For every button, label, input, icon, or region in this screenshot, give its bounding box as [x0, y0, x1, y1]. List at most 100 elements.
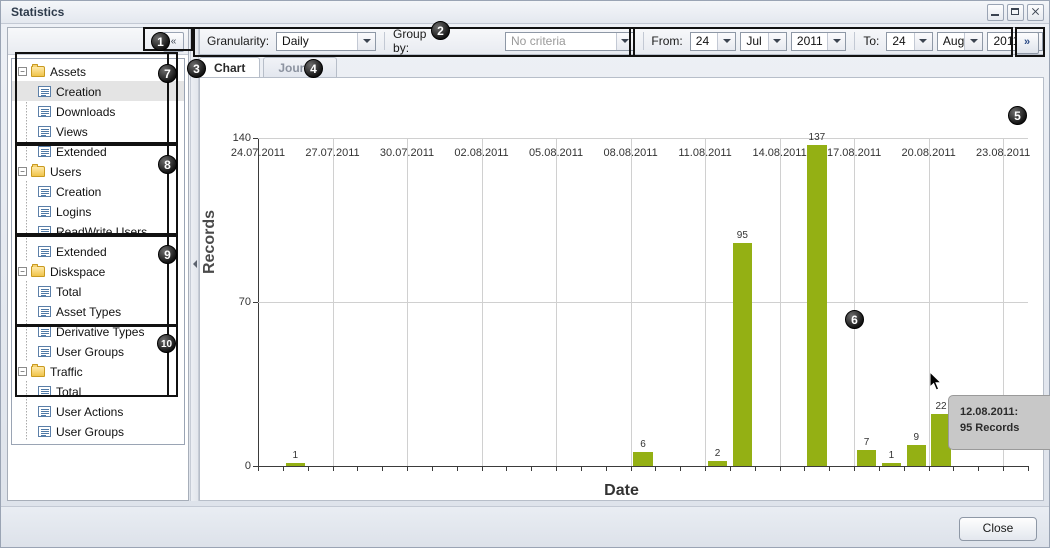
callout-badge-7: 7: [158, 64, 177, 83]
x-axis-tick: [1028, 466, 1029, 471]
x-axis-tick-label: 20.08.2011: [901, 147, 956, 159]
x-axis-tick-label: 14.08.2011: [752, 147, 807, 159]
x-axis-tick-label: 02.08.2011: [454, 147, 509, 159]
bar[interactable]: [807, 145, 827, 466]
close-button[interactable]: Close: [959, 517, 1037, 541]
bar-value-label: 95: [736, 230, 748, 242]
bar-value-label: 1: [888, 450, 895, 461]
x-axis-tick: [258, 466, 259, 471]
y-gridline: [258, 138, 1028, 139]
callout-box-dates: [629, 27, 1013, 57]
x-axis-tick: [903, 466, 905, 471]
x-axis-tick-label: 05.08.2011: [528, 147, 584, 159]
callout-badge-9: 9: [158, 245, 177, 264]
x-axis-tick: [878, 466, 880, 471]
callout-box-diskspace: [15, 235, 178, 326]
x-axis-line: [258, 466, 1028, 467]
tree-item-user-actions[interactable]: User Actions: [12, 401, 184, 421]
callout-box-traffic: [15, 325, 178, 397]
x-axis-tick: [481, 466, 483, 471]
bar[interactable]: [881, 463, 902, 466]
x-axis-tick: [655, 466, 657, 471]
mouse-cursor-icon: [930, 372, 943, 391]
x-axis-tick: [382, 466, 384, 471]
callout-box-more: [1015, 27, 1045, 57]
x-axis-tick: [282, 466, 284, 471]
bar-chart-plot: 0 70 140 24.07.2011 27.07.2011 30.07.2011 02.0…: [231, 132, 1031, 472]
x-axis-tick: [580, 466, 582, 471]
callout-badge-6: 6: [845, 310, 864, 329]
x-axis-tick-label: 24.07.2011: [230, 147, 286, 159]
x-axis-tick-label: 23.08.2011: [976, 147, 1031, 159]
tree-item-user-groups[interactable]: User Groups: [12, 421, 184, 441]
content-panel: Granularity: Daily Group by: No criteria…: [199, 27, 1050, 501]
x-axis-tick: [729, 466, 731, 471]
x-axis-tick: [928, 466, 930, 471]
y-axis-tick: [253, 302, 258, 303]
x-axis-tick: [630, 466, 632, 471]
footer-bar: Close: [1, 506, 1049, 547]
x-gridline: [630, 138, 632, 466]
callout-badge-3: 3: [187, 59, 206, 78]
y-axis-title: Records: [201, 209, 218, 275]
x-gridline: [556, 138, 558, 466]
chart-panel: Records Date 0 70 140 24.07.2011 27.07.2011 3…: [199, 77, 1050, 501]
tab-journal[interactable]: Journal: [263, 57, 337, 78]
bar[interactable]: [906, 444, 926, 466]
bar[interactable]: [707, 461, 728, 466]
bar-value-label: 7: [863, 436, 870, 448]
tooltip-date: 12.08.2011:: [960, 406, 1019, 418]
bar[interactable]: [732, 243, 753, 466]
bar-value-label: 22: [935, 401, 947, 413]
report-icon: [38, 426, 51, 438]
y-axis-tick-label: 70: [238, 296, 251, 308]
x-axis-tick: [431, 466, 433, 471]
x-axis-tick: [456, 466, 458, 471]
x-axis-tick: [779, 466, 781, 471]
x-gridline: [928, 138, 930, 466]
x-axis-title: Date: [604, 482, 639, 499]
statistics-window: Statistics « − Assets Creation Downloads Vie…: [0, 0, 1050, 548]
tab-chart[interactable]: Chart: [199, 57, 261, 78]
y-gridline: [258, 302, 1028, 303]
chart-tooltip: 12.08.2011: 95 Records: [948, 395, 1050, 450]
callout-badge-5: 5: [1008, 106, 1027, 125]
x-axis-tick-label: 17.08.2011: [827, 147, 882, 159]
bar[interactable]: [285, 463, 305, 466]
x-axis-tick: [953, 466, 955, 471]
y-axis-tick-label: 0: [244, 460, 251, 472]
x-axis-tick: [978, 466, 980, 471]
callout-badge-1: 1: [151, 32, 170, 51]
callout-box-assets: [15, 52, 178, 144]
y-axis-tick: [253, 138, 258, 139]
report-icon: [38, 406, 51, 418]
x-axis-tick: [705, 466, 707, 471]
window-controls: [987, 4, 1044, 21]
bar[interactable]: [856, 449, 877, 466]
x-gridline: [705, 138, 707, 466]
bar-value-label: 2: [714, 448, 721, 460]
x-axis-tick: [531, 466, 533, 471]
callout-box-toolbar: [193, 27, 635, 57]
y-axis-tick-label: 140: [232, 132, 251, 144]
title-bar: Statistics: [1, 1, 1049, 24]
x-axis-tick: [307, 466, 309, 471]
bar[interactable]: [633, 451, 653, 466]
x-axis-tick-label: 30.07.2011: [379, 147, 435, 159]
callout-badge-10: 10: [157, 334, 176, 353]
x-axis-tick: [1003, 466, 1005, 471]
minimize-icon[interactable]: [987, 4, 1004, 21]
bar-value-label: 9: [913, 431, 919, 443]
close-icon[interactable]: [1027, 4, 1044, 21]
x-axis-tick: [804, 466, 806, 471]
x-axis-tick-label: 27.07.2011: [305, 147, 360, 159]
x-axis-tick-label: 11.08.2011: [678, 147, 732, 159]
panel-splitter[interactable]: [190, 27, 199, 501]
tree-item-label: User Actions: [56, 404, 124, 419]
tree-item-label: User Groups: [56, 424, 125, 439]
tooltip-value: 95 Records: [960, 422, 1020, 434]
x-gridline: [332, 138, 334, 466]
x-axis-tick: [829, 466, 831, 471]
x-axis-tick: [407, 466, 409, 471]
maximize-icon[interactable]: [1007, 4, 1024, 21]
